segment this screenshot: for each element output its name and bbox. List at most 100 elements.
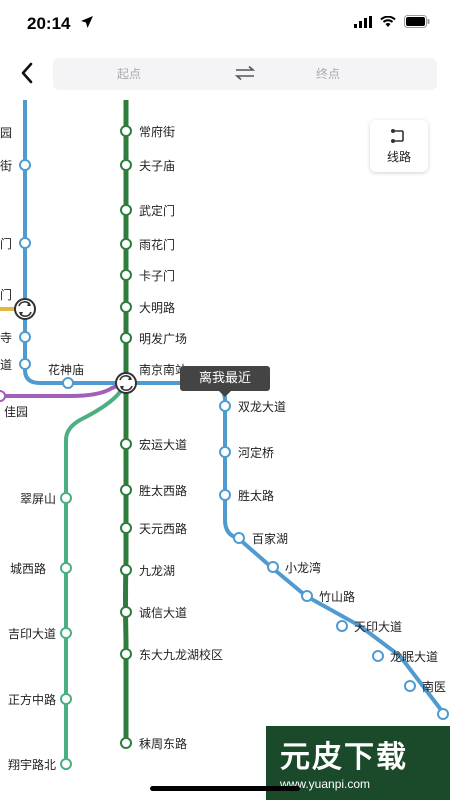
station-label[interactable]: 门 xyxy=(0,287,12,302)
station-label[interactable]: 正方中路 xyxy=(8,692,56,707)
station-dot[interactable] xyxy=(19,237,31,249)
end-input[interactable]: 终点 xyxy=(316,65,340,82)
station-dot[interactable] xyxy=(19,358,31,370)
station-label[interactable]: 寺 xyxy=(0,331,12,345)
home-indicator xyxy=(150,786,300,791)
teal-line xyxy=(64,381,128,770)
station-dot[interactable] xyxy=(120,648,132,660)
station-label[interactable]: 雨花门 xyxy=(139,237,175,252)
station-label[interactable]: 九龙湖 xyxy=(139,563,175,578)
station-label[interactable]: 百家湖 xyxy=(252,531,288,546)
station-dot[interactable] xyxy=(219,400,231,412)
station-dot[interactable] xyxy=(120,564,132,576)
station-dot[interactable] xyxy=(19,159,31,171)
station-label[interactable]: 诚信大道 xyxy=(139,606,187,620)
station-label[interactable]: 胜太西路 xyxy=(139,483,187,498)
transfer-icon[interactable] xyxy=(14,298,36,320)
left-labels: 园 街 门 门 寺 道 花神庙 xyxy=(0,126,84,377)
station-label[interactable]: 宏运大道 xyxy=(139,437,187,452)
station-label[interactable]: 天元西路 xyxy=(139,521,187,536)
route-icon xyxy=(391,129,404,143)
station-dot[interactable] xyxy=(120,238,132,250)
wifi-icon xyxy=(380,15,396,27)
station-dot[interactable] xyxy=(120,332,132,344)
status-bar: 20:14 xyxy=(0,0,450,48)
location-arrow-icon xyxy=(81,16,93,28)
station-dot[interactable] xyxy=(219,446,231,458)
route-search-box: 起点 终点 xyxy=(53,58,437,90)
station-label[interactable]: 东大九龙湖校区 xyxy=(139,647,223,662)
station-dot[interactable] xyxy=(267,561,279,573)
station-dot[interactable] xyxy=(120,438,132,450)
station-label[interactable]: 佳园 xyxy=(4,405,28,419)
station-dot[interactable] xyxy=(120,484,132,496)
station-label[interactable]: 街 xyxy=(0,159,12,173)
station-label[interactable]: 城西路 xyxy=(10,561,46,576)
transfer-icon[interactable] xyxy=(115,372,137,394)
station-label[interactable]: 常府街 xyxy=(139,124,175,139)
station-label[interactable]: 双龙大道 xyxy=(238,400,286,414)
nearest-station-tooltip: 离我最近 xyxy=(180,366,270,391)
watermark-title: 元皮下载 xyxy=(280,740,408,775)
station-dot[interactable] xyxy=(404,680,416,692)
station-dot[interactable] xyxy=(120,125,132,137)
station-dot[interactable] xyxy=(19,331,31,343)
signal-icon xyxy=(354,15,372,28)
status-time: 20:14 xyxy=(27,14,71,33)
station-label[interactable]: 明发广场 xyxy=(139,331,187,346)
station-label[interactable]: 花神庙 xyxy=(48,362,84,377)
left-blue-stations xyxy=(19,159,74,389)
swap-icon[interactable] xyxy=(234,65,256,81)
station-label[interactable]: 卡子门 xyxy=(139,268,175,283)
station-dot[interactable] xyxy=(120,269,132,281)
station-label[interactable]: 龙眠大道 xyxy=(390,650,438,664)
station-dot[interactable] xyxy=(301,590,313,602)
station-dot[interactable] xyxy=(60,758,72,770)
station-dot[interactable] xyxy=(336,620,348,632)
dark-green-labels: 常府街 夫子庙 武定门 雨花门 卡子门 大明路 明发广场 南京南站 宏运大道 胜… xyxy=(139,124,223,751)
station-dot[interactable] xyxy=(60,627,72,639)
metro-map[interactable]: 常府街 夫子庙 武定门 雨花门 卡子门 大明路 明发广场 南京南站 宏运大道 胜… xyxy=(0,100,450,800)
station-label[interactable]: 翠屏山 xyxy=(20,492,56,506)
teal-labels: 翠屏山 城西路 吉印大道 正方中路 翔宇路北 xyxy=(8,492,56,772)
station-dot[interactable] xyxy=(120,522,132,534)
station-label[interactable]: 门 xyxy=(0,236,12,251)
station-label[interactable]: 竹山路 xyxy=(319,589,355,604)
station-dot[interactable] xyxy=(60,492,72,504)
station-dot[interactable] xyxy=(60,562,72,574)
station-label[interactable]: 夫子庙 xyxy=(139,159,175,173)
station-dot[interactable] xyxy=(372,650,384,662)
station-label[interactable]: 胜太路 xyxy=(238,488,274,503)
station-dot[interactable] xyxy=(219,489,231,501)
station-label[interactable]: 吉印大道 xyxy=(8,627,56,641)
start-input[interactable]: 起点 xyxy=(117,65,141,82)
station-label[interactable]: 翔宇路北 xyxy=(8,757,56,772)
station-dot[interactable] xyxy=(120,737,132,749)
route-button-label: 线路 xyxy=(386,150,411,164)
station-dot[interactable] xyxy=(0,390,6,402)
station-dot[interactable] xyxy=(120,301,132,313)
station-dot[interactable] xyxy=(437,708,449,720)
station-dot[interactable] xyxy=(233,532,245,544)
station-label[interactable]: 南医 xyxy=(422,679,446,694)
battery-icon xyxy=(404,15,430,28)
station-label[interactable]: 河定桥 xyxy=(238,445,274,460)
station-label[interactable]: 园 xyxy=(0,126,12,140)
station-label[interactable]: 天印大道 xyxy=(354,620,402,634)
route-button[interactable]: 线路 xyxy=(370,120,428,172)
station-label[interactable]: 大明路 xyxy=(139,300,175,315)
station-label[interactable]: 道 xyxy=(0,358,12,372)
tooltip-tail xyxy=(219,391,231,397)
station-dot[interactable] xyxy=(120,204,132,216)
top-bar: 起点 终点 xyxy=(0,48,450,100)
station-dot[interactable] xyxy=(60,693,72,705)
back-arrow-icon[interactable] xyxy=(15,58,41,88)
station-label[interactable]: 武定门 xyxy=(139,203,175,218)
station-label[interactable]: 秣周东路 xyxy=(139,736,187,751)
blue-labels: 双龙大道 河定桥 胜太路 百家湖 小龙湾 竹山路 天印大道 龙眠大道 南医 xyxy=(238,400,446,694)
status-icons xyxy=(354,15,430,28)
station-dot[interactable] xyxy=(120,159,132,171)
station-dot[interactable] xyxy=(120,606,132,618)
station-dot[interactable] xyxy=(62,377,74,389)
station-label[interactable]: 小龙湾 xyxy=(285,560,321,575)
